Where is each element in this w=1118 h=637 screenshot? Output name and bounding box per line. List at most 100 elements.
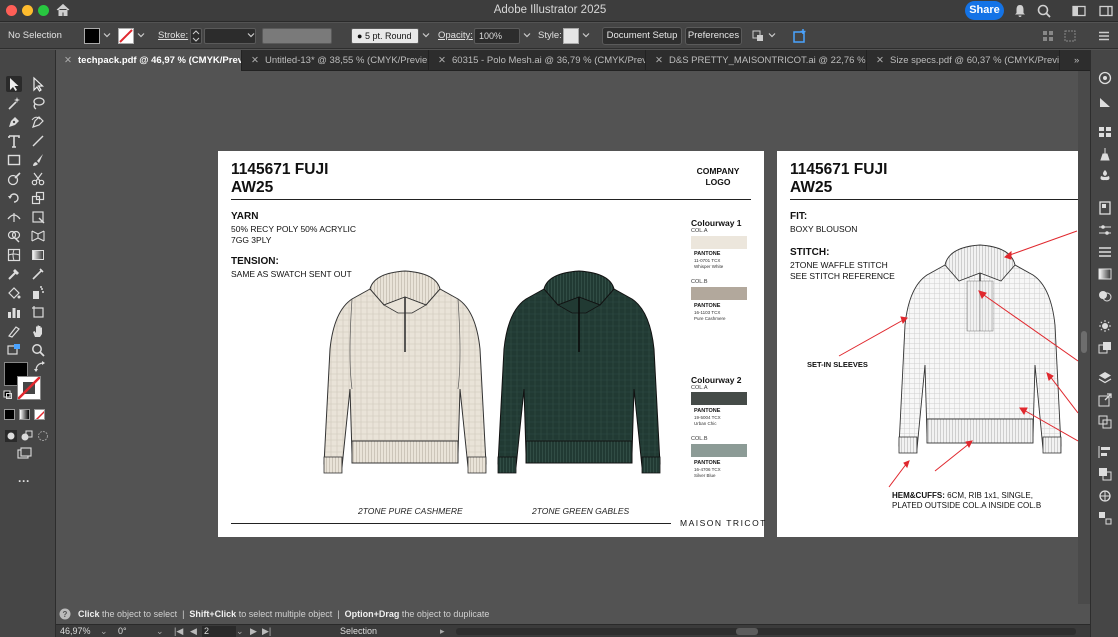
help-icon[interactable]: ?	[59, 608, 71, 620]
chevron-down-icon[interactable]	[422, 31, 430, 39]
panel-toggle-icon[interactable]	[1098, 3, 1114, 19]
chevron-down-icon[interactable]	[523, 31, 531, 39]
zoom-level[interactable]: 46,97%	[60, 626, 91, 637]
last-artboard-icon[interactable]: ▶|	[262, 626, 271, 637]
close-tab-icon[interactable]: ✕	[438, 50, 448, 71]
swatches-icon[interactable]	[1097, 124, 1113, 140]
preferences-button[interactable]: Preferences	[685, 27, 742, 45]
free-transform-tool-icon[interactable]	[30, 209, 46, 225]
cloud-document-icon[interactable]	[792, 28, 808, 44]
none-mode-button[interactable]	[34, 409, 45, 420]
stroke-panel-icon[interactable]	[1097, 244, 1113, 260]
horizontal-scrollbar[interactable]	[456, 628, 1076, 635]
gradient-panel-icon[interactable]	[1097, 266, 1113, 282]
draw-behind-icon[interactable]	[19, 428, 35, 444]
variable-width-profile[interactable]	[262, 28, 332, 44]
column-graph-tool-icon[interactable]	[6, 304, 22, 320]
artboard-tool-icon[interactable]	[30, 304, 46, 320]
transform-panel-icon[interactable]	[1097, 488, 1113, 504]
eyedropper-tool-icon[interactable]	[6, 266, 22, 282]
curvature-tool-icon[interactable]	[30, 114, 46, 130]
align-panel-icon[interactable]	[1097, 444, 1113, 460]
properties-icon[interactable]	[1097, 70, 1113, 86]
mesh-tool-icon[interactable]	[6, 247, 22, 263]
rotation-dropdown-chevron[interactable]: ⌄	[156, 626, 164, 637]
brushes-icon[interactable]	[1097, 146, 1113, 162]
artboards-icon[interactable]	[1097, 200, 1113, 216]
tab-polo-mesh[interactable]: ✕ 60315 - Polo Mesh.ai @ 36,79 % (CMYK/Pr…	[430, 50, 646, 71]
chevron-down-icon[interactable]	[247, 31, 255, 39]
width-tool-icon[interactable]	[6, 209, 22, 225]
shaper-tool-icon[interactable]	[6, 171, 22, 187]
transparency-icon[interactable]	[1097, 288, 1113, 304]
opacity-field[interactable]: 100%	[474, 28, 520, 44]
artboard-1[interactable]: 1145671 FUJI AW25 COMPANY LOGO YARN 50% …	[218, 151, 765, 537]
paintbrush-tool-icon[interactable]	[30, 152, 46, 168]
stroke-swatch-large[interactable]	[17, 376, 41, 400]
tab-ds-pretty[interactable]: ✕ D&S PRETTY_MAISONTRICOT.ai @ 22,76 % (C…	[647, 50, 867, 71]
close-tab-icon[interactable]: ✕	[876, 50, 886, 71]
next-artboard-icon[interactable]: ▶	[250, 626, 257, 637]
scissors-tool-icon[interactable]	[30, 171, 46, 187]
chevron-down-icon[interactable]	[103, 31, 111, 39]
character-panel-icon[interactable]	[1097, 510, 1113, 526]
layers-icon[interactable]	[1097, 370, 1113, 386]
slice-tool-icon[interactable]	[6, 323, 22, 339]
tab-techpack[interactable]: ✕ techpack.pdf @ 46,97 % (CMYK/Preview)	[56, 50, 242, 71]
colourway-2-col-a-swatch[interactable]	[691, 392, 747, 405]
stroke-weight-stepper[interactable]	[190, 28, 202, 44]
symbols-icon[interactable]	[1097, 168, 1113, 184]
libraries-icon[interactable]	[1097, 94, 1113, 110]
change-screen-mode-icon[interactable]	[16, 446, 32, 462]
symbol-sprayer-tool-icon[interactable]	[30, 285, 46, 301]
zoom-tool-icon[interactable]	[30, 342, 46, 358]
artboard-number[interactable]: 2	[202, 626, 236, 637]
colourway-1-col-a-swatch[interactable]	[691, 236, 747, 249]
hand-tool-icon[interactable]	[30, 323, 46, 339]
type-tool-icon[interactable]	[6, 133, 22, 149]
rectangle-tool-icon[interactable]	[6, 152, 22, 168]
artboard-2[interactable]: 1145671 FUJI AW25 FIT: BOXY BLOUSON STIT…	[777, 151, 1078, 537]
stroke-color-swatch[interactable]	[118, 28, 134, 44]
tab-size-specs[interactable]: ✕ Size specs.pdf @ 60,37 % (CMYK/Previe..…	[868, 50, 1060, 71]
previous-artboard-icon[interactable]: ◀	[190, 626, 197, 637]
rotation-value[interactable]: 0°	[118, 626, 127, 637]
draw-inside-icon[interactable]	[35, 428, 51, 444]
chevron-down-icon[interactable]	[582, 31, 590, 39]
line-segment-tool-icon[interactable]	[30, 133, 46, 149]
more-tabs-icon[interactable]: »	[1068, 50, 1090, 71]
pathfinder-icon[interactable]	[1097, 466, 1113, 482]
graphic-styles-icon[interactable]	[1097, 340, 1113, 356]
rotate-tool-icon[interactable]	[6, 190, 22, 206]
selection-tool-icon[interactable]	[6, 76, 22, 92]
pen-tool-icon[interactable]	[6, 114, 22, 130]
first-artboard-icon[interactable]: |◀	[174, 626, 183, 637]
search-icon[interactable]	[1036, 3, 1052, 19]
colourway-1-col-b-swatch[interactable]	[691, 287, 747, 300]
fill-color-swatch[interactable]	[84, 28, 100, 44]
live-paint-bucket-tool-icon[interactable]	[6, 285, 22, 301]
gradient-tool-icon[interactable]	[30, 247, 46, 263]
workspace-switcher-icon[interactable]	[1071, 3, 1087, 19]
canvas[interactable]: 1145671 FUJI AW25 COMPANY LOGO YARN 50% …	[56, 71, 1078, 604]
default-fill-stroke-icon[interactable]	[3, 390, 13, 400]
colourway-2-col-b-swatch[interactable]	[691, 444, 747, 457]
sweater-flat-light[interactable]	[322, 269, 488, 499]
chevron-down-icon[interactable]	[768, 31, 776, 39]
zoom-dropdown-chevron[interactable]: ⌄	[100, 626, 108, 637]
color-mode-button[interactable]	[4, 409, 15, 420]
gradient-mode-button[interactable]	[19, 409, 30, 420]
close-tab-icon[interactable]: ✕	[64, 50, 74, 71]
scroll-thumb[interactable]	[736, 628, 758, 635]
links-icon[interactable]	[1097, 414, 1113, 430]
arrange-documents-icon[interactable]	[750, 28, 766, 44]
vertical-scrollbar[interactable]	[1078, 71, 1090, 624]
brush-definition-dropdown[interactable]: ● 5 pt. Round	[351, 28, 419, 44]
opacity-label[interactable]: Opacity:	[438, 30, 473, 41]
stroke-label[interactable]: Stroke:	[158, 30, 188, 41]
direct-selection-tool-icon[interactable]	[30, 76, 46, 92]
perspective-grid-tool-icon[interactable]	[30, 228, 46, 244]
shape-builder-tool-icon[interactable]	[6, 228, 22, 244]
document-setup-button[interactable]: Document Setup	[602, 27, 682, 45]
graphic-style-swatch[interactable]	[563, 28, 579, 44]
